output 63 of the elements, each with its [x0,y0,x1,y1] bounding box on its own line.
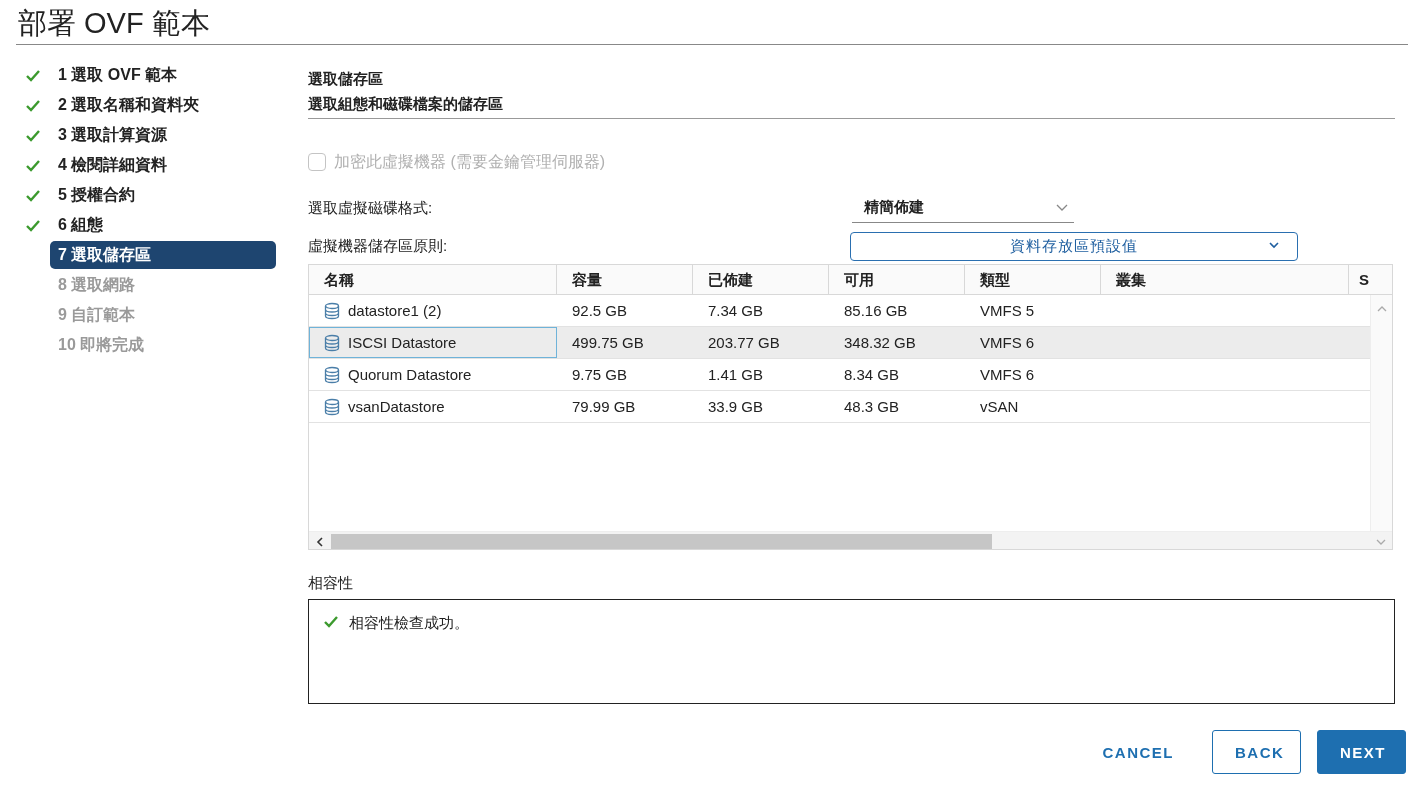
wizard-button[interactable]: BACK [1212,730,1301,774]
wizard-step[interactable]: 5 授權合約 [50,181,276,209]
table-row[interactable]: vsanDatastore 79.99 GB 33.9 GB 48.3 GB vSAN [309,391,1370,423]
field-label: 虛擬機器儲存區原則: [308,236,448,256]
table-cell-text: 1.41 GB [708,365,764,385]
column-header[interactable]: 已佈建 [693,265,829,294]
table-cell-text: 499.75 GB [572,333,644,353]
wizard-step[interactable]: 7 選取儲存區 [50,241,276,269]
table-cell-text: VMFS 6 [980,333,1035,353]
section-label: 相容性 [308,574,353,591]
table-cell-text: 33.9 GB [708,397,764,417]
table-cell-text: 203.77 GB [708,333,780,353]
database-icon [324,397,340,416]
database-icon [324,365,340,384]
table-cell-text: 9.75 GB [572,365,628,385]
wizard-button[interactable]: NEXT [1317,730,1406,774]
table-row[interactable]: ISCSI Datastore 499.75 GB 203.77 GB 348.32 GB VMFS 6 [309,327,1370,359]
scroll-left-icon [315,537,325,547]
table-cell-text: 8.34 GB [844,365,900,385]
database-icon [324,333,340,352]
wizard-step[interactable]: 4 檢閱詳細資料 [50,151,276,179]
wizard-step[interactable]: 3 選取計算資源 [50,121,276,149]
horizontal-scrollbar[interactable] [309,531,1392,549]
column-header[interactable]: 類型 [965,265,1101,294]
column-header[interactable]: 叢集 [1101,265,1349,294]
table-cell-text: vSAN [980,397,1019,417]
scrollbar-thumb[interactable] [331,534,992,549]
page-subtitle: 選取組態和磁碟檔案的儲存區 [308,95,503,112]
table-cell-text: VMFS 6 [980,365,1035,385]
table-cell-text: 348.32 GB [844,333,916,353]
wizard-step[interactable]: 2 選取名稱和資料夾 [50,91,276,119]
table-cell-text: Quorum Datastore [348,365,472,385]
table-cell-text: vsanDatastore [348,397,445,417]
storage-policy-dropdown[interactable]: 資料存放區預設值 [850,231,1298,261]
table-cell-text: 79.99 GB [572,397,636,417]
wizard-step[interactable]: 1 選取 OVF 範本 [50,61,276,89]
scroll-down-icon [1375,538,1387,547]
vertical-scrollbar[interactable] [1370,295,1392,531]
chevron-down-icon [1269,241,1279,249]
wizard-step[interactable]: 6 組態 [50,211,276,239]
checkbox-label: 加密此虛擬機器 (需要金鑰管理伺服器) [334,151,606,172]
table-cell-text: 48.3 GB [844,397,900,417]
table-cell-text: 7.34 GB [708,301,764,321]
status-message: 相容性檢查成功。 [349,614,469,633]
table-cell-text: datastore1 (2) [348,301,442,321]
table-cell-text: 92.5 GB [572,301,628,321]
table-cell-text: 85.16 GB [844,301,908,321]
chevron-down-icon [1056,203,1068,212]
column-header[interactable]: 可用 [829,265,965,294]
table-cell-text: ISCSI Datastore [348,333,457,353]
scroll-up-icon [1376,304,1388,313]
wizard-button[interactable]: CANCEL [1080,730,1196,774]
database-icon [324,301,340,320]
column-header[interactable]: 容量 [557,265,693,294]
field-label: 選取虛擬磁碟格式: [308,198,433,218]
disk-format-dropdown[interactable]: 精簡佈建 [852,193,1074,223]
check-icon [323,614,339,629]
column-header[interactable]: 名稱 [309,265,557,294]
window-title: 部署 OVF 範本 [18,6,210,41]
page-title: 選取儲存區 [308,70,383,87]
table-cell-text: VMFS 5 [980,301,1035,321]
column-header[interactable]: S [1349,265,1392,294]
table-row[interactable]: Quorum Datastore 9.75 GB 1.41 GB 8.34 GB VMFS 6 [309,359,1370,391]
